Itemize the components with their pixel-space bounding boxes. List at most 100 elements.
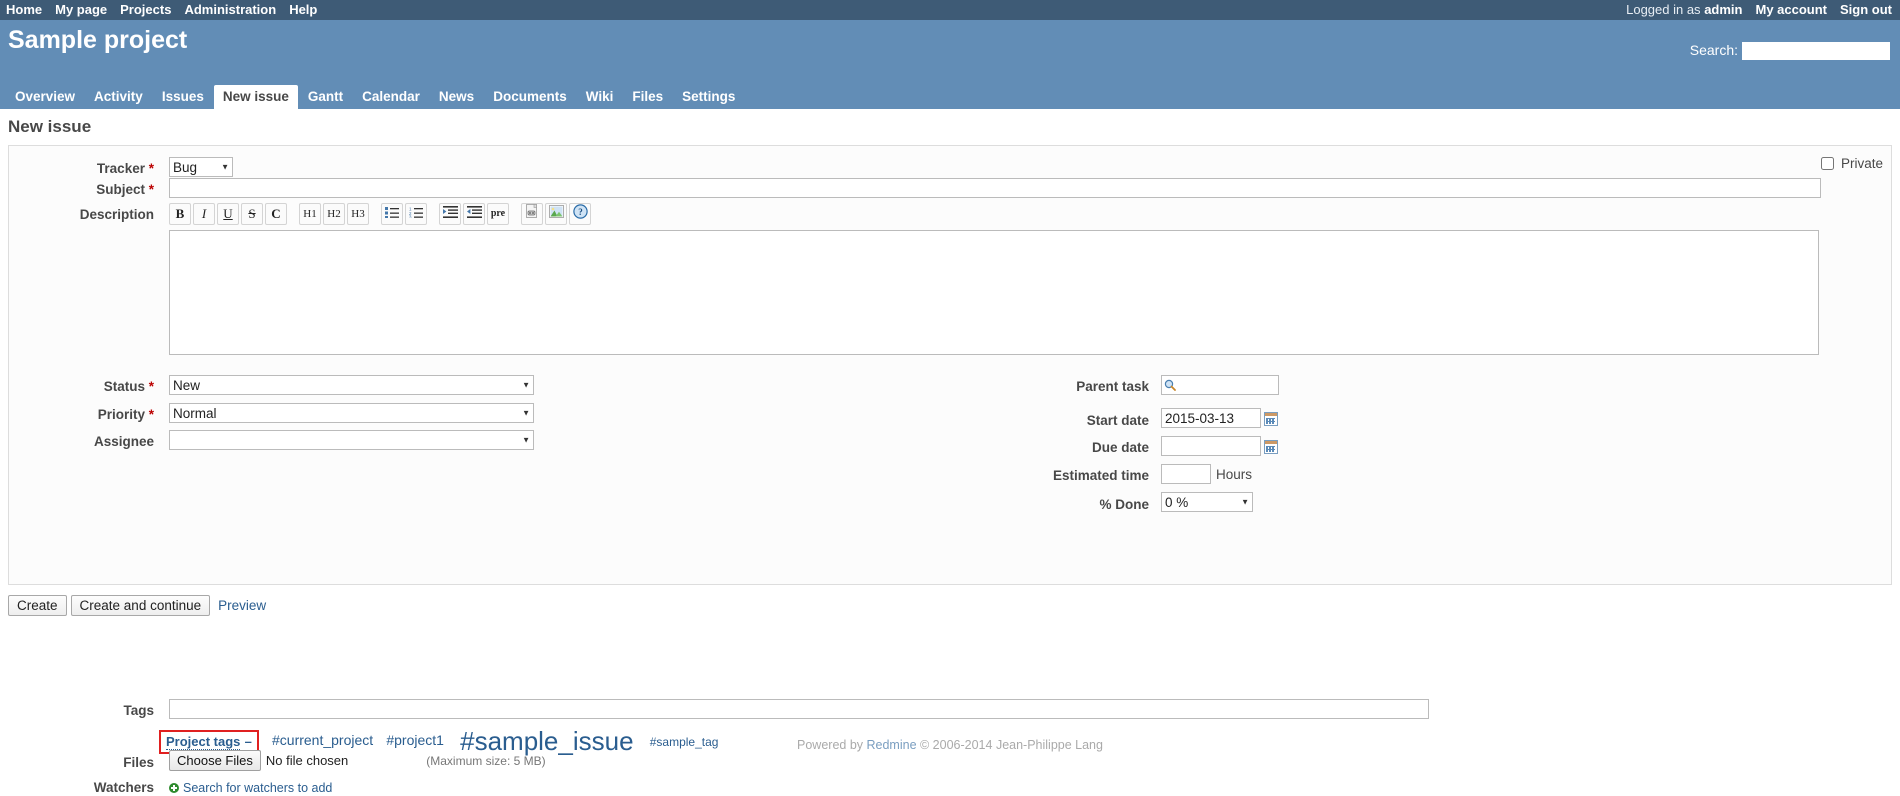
svg-text:3: 3 bbox=[409, 215, 412, 219]
heading-1-icon[interactable]: H1 bbox=[299, 203, 321, 225]
create-and-continue-button[interactable]: Create and continue bbox=[70, 595, 211, 616]
tab-issues[interactable]: Issues bbox=[153, 85, 213, 109]
tab-calendar[interactable]: Calendar bbox=[353, 85, 429, 109]
tags-input[interactable] bbox=[169, 699, 1429, 719]
tab-overview[interactable]: Overview bbox=[6, 85, 84, 109]
due-date-input[interactable] bbox=[1161, 436, 1261, 456]
search-input[interactable] bbox=[1742, 42, 1890, 61]
priority-field: Normal bbox=[169, 403, 534, 423]
code-icon[interactable]: C bbox=[265, 203, 287, 225]
due-date-label: Due date bbox=[1091, 440, 1149, 455]
tab-news[interactable]: News bbox=[430, 85, 483, 109]
subject-field bbox=[169, 178, 1821, 198]
add-watcher-link[interactable]: Search for watchers to add bbox=[183, 781, 332, 795]
top-account-bar: Home My page Projects Administration Help Lo… bbox=[0, 0, 1900, 20]
main-menu-item: News bbox=[430, 85, 484, 109]
create-button[interactable]: Create bbox=[8, 595, 67, 616]
parent-task-label-wrap: Parent task bbox=[709, 378, 1159, 395]
underline-icon[interactable]: U bbox=[217, 203, 239, 225]
status-field: New bbox=[169, 375, 534, 395]
tab-documents[interactable]: Documents bbox=[484, 85, 576, 109]
private-checkbox[interactable] bbox=[1821, 157, 1835, 170]
unquote-icon[interactable] bbox=[463, 203, 485, 225]
heading-3-icon[interactable]: H3 bbox=[347, 203, 369, 225]
tab-files[interactable]: Files bbox=[623, 85, 672, 109]
my-account-link[interactable]: My account bbox=[1755, 2, 1827, 17]
quote-icon[interactable] bbox=[439, 203, 461, 225]
status-label: Status * bbox=[103, 379, 154, 394]
status-select[interactable]: New bbox=[169, 375, 534, 395]
status-select-wrap: New bbox=[169, 375, 534, 395]
priority-label-wrap: Priority * bbox=[9, 406, 167, 423]
subject-label-wrap: Subject * bbox=[9, 181, 167, 198]
tags-field bbox=[169, 699, 1429, 719]
subject-input[interactable] bbox=[169, 178, 1821, 198]
estimated-time-input[interactable] bbox=[1161, 464, 1211, 484]
calendar-icon[interactable] bbox=[1264, 439, 1278, 454]
private-label[interactable]: Private bbox=[1841, 156, 1883, 171]
top-menu-my-page[interactable]: My page bbox=[55, 2, 107, 17]
start-date-input[interactable] bbox=[1161, 408, 1261, 428]
choose-files-button[interactable]: Choose Files bbox=[169, 750, 261, 771]
ordered-list-icon[interactable]: 123 bbox=[405, 203, 427, 225]
sign-out-link[interactable]: Sign out bbox=[1840, 2, 1892, 17]
due-date-field bbox=[1161, 436, 1278, 456]
tags-label: Tags bbox=[123, 703, 154, 718]
assignee-select[interactable] bbox=[169, 430, 534, 450]
estimated-time-label: Estimated time bbox=[1052, 468, 1149, 483]
tab-gantt[interactable]: Gantt bbox=[299, 85, 352, 109]
heading-2-icon[interactable]: H2 bbox=[323, 203, 345, 225]
top-menu-projects[interactable]: Projects bbox=[120, 2, 171, 17]
top-menu-links: Home My page Projects Administration Help bbox=[6, 2, 330, 17]
tab-wiki[interactable]: Wiki bbox=[577, 85, 623, 109]
main-menu-item: Documents bbox=[484, 85, 577, 109]
priority-select[interactable]: Normal bbox=[169, 403, 534, 423]
assignee-label: Assignee bbox=[93, 434, 154, 449]
files-field: Choose Files No file chosen (Maximum size:… bbox=[169, 750, 1069, 771]
image-icon[interactable] bbox=[545, 203, 567, 225]
assignee-label-wrap: Assignee bbox=[9, 433, 167, 450]
estimated-time-label-wrap: Estimated time bbox=[709, 467, 1159, 484]
redmine-link[interactable]: Redmine bbox=[867, 738, 917, 752]
parent-task-input[interactable] bbox=[1161, 375, 1279, 395]
preformatted-icon[interactable]: pre bbox=[487, 203, 509, 225]
due-date-label-wrap: Due date bbox=[709, 439, 1159, 456]
preview-link[interactable]: Preview bbox=[218, 598, 266, 613]
status-label-wrap: Status * bbox=[9, 378, 167, 395]
quick-search: Search: bbox=[1689, 42, 1890, 61]
tab-settings[interactable]: Settings bbox=[673, 85, 744, 109]
parent-task-input-wrap bbox=[1161, 375, 1279, 395]
help-icon[interactable]: ? bbox=[569, 203, 591, 225]
copyright-text: © 2006-2014 Jean-Philippe Lang bbox=[916, 738, 1103, 752]
main-menu-item: Settings bbox=[673, 85, 745, 109]
strikethrough-icon[interactable]: S bbox=[241, 203, 263, 225]
link-icon[interactable] bbox=[521, 203, 543, 225]
description-textarea[interactable] bbox=[169, 230, 1819, 355]
tab-new-issue[interactable]: New issue bbox=[213, 85, 298, 109]
estimated-time-field: Hours bbox=[1161, 464, 1252, 484]
calendar-icon[interactable] bbox=[1264, 411, 1278, 426]
start-date-label-wrap: Start date bbox=[709, 412, 1159, 429]
italic-icon[interactable]: I bbox=[193, 203, 215, 225]
priority-select-wrap: Normal bbox=[169, 403, 534, 423]
bold-icon[interactable]: B bbox=[169, 203, 191, 225]
main-menu-item: Files bbox=[623, 85, 673, 109]
done-ratio-label: % Done bbox=[1099, 497, 1149, 512]
top-menu-help[interactable]: Help bbox=[289, 2, 317, 17]
tab-activity[interactable]: Activity bbox=[85, 85, 152, 109]
search-label: Search: bbox=[1689, 42, 1738, 58]
subject-label: Subject * bbox=[96, 182, 154, 197]
top-menu-administration[interactable]: Administration bbox=[184, 2, 276, 17]
parent-task-field bbox=[1161, 375, 1279, 395]
unordered-list-icon[interactable] bbox=[381, 203, 403, 225]
required-marker: * bbox=[148, 161, 154, 176]
page-title: New issue bbox=[8, 117, 92, 136]
priority-label: Priority * bbox=[97, 407, 154, 422]
done-ratio-select[interactable]: 0 % bbox=[1161, 492, 1253, 512]
main-menu-item: Overview bbox=[6, 85, 85, 109]
required-marker: * bbox=[148, 379, 154, 394]
top-menu-home[interactable]: Home bbox=[6, 2, 42, 17]
main-menu-list: Overview Activity Issues New issue Gantt Cale… bbox=[6, 85, 745, 109]
tracker-select[interactable]: Bug bbox=[169, 157, 233, 177]
new-issue-form: Private Tracker * Bug Subject * Descript… bbox=[8, 145, 1892, 795]
